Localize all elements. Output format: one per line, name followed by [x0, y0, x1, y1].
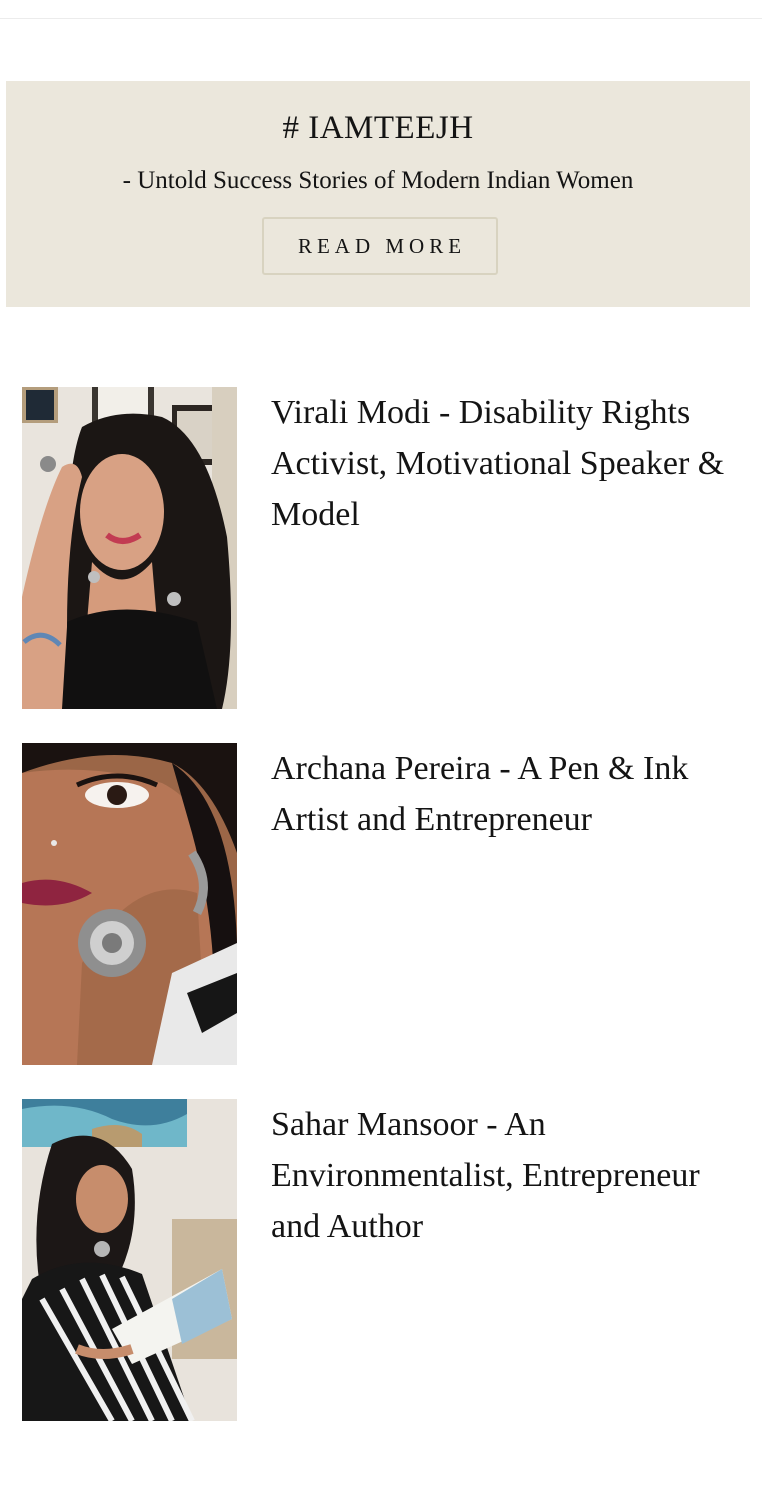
story-card: Sahar Mansoor - An Environmentalist, Ent… [22, 1099, 738, 1421]
story-title[interactable]: Virali Modi - Disability Rights Activist… [271, 387, 741, 540]
banner-subtitle: - Untold Success Stories of Modern India… [122, 167, 634, 194]
portrait-photo-icon [22, 743, 237, 1065]
header-divider [0, 0, 762, 19]
story-title[interactable]: Archana Pereira - A Pen & Ink Artist and… [271, 743, 741, 845]
read-more-button[interactable]: READ MORE [262, 217, 498, 275]
story-image[interactable] [22, 1099, 237, 1421]
iamteejh-banner: # IAMTEEJH - Untold Success Stories of M… [6, 81, 750, 307]
story-image[interactable] [22, 743, 237, 1065]
story-title[interactable]: Sahar Mansoor - An Environmentalist, Ent… [271, 1099, 741, 1252]
story-card: Archana Pereira - A Pen & Ink Artist and… [22, 743, 738, 1065]
portrait-photo-icon [22, 387, 237, 709]
portrait-photo-icon [22, 1099, 237, 1421]
banner-title: # IAMTEEJH [282, 110, 474, 146]
story-card: Virali Modi - Disability Rights Activist… [22, 387, 738, 709]
story-image[interactable] [22, 387, 237, 709]
